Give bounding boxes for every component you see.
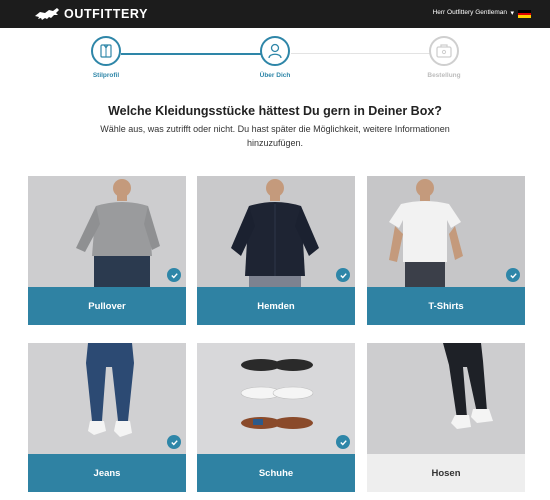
user-icon [268,43,282,59]
card-image-hosen[interactable] [367,343,525,454]
category-card-hemden[interactable]: Hemden [197,176,355,325]
shirt-icon [100,44,112,58]
three-pairs-of-shoes-image [197,343,355,454]
page-subtitle: Wähle aus, was zutrifft oder nicht. Du h… [100,124,450,148]
germany-flag-icon[interactable] [518,10,531,18]
card-label-hemden[interactable]: Hemden [197,287,355,325]
step-circle [429,36,459,66]
caret-down-icon[interactable]: ▾ [510,10,514,18]
man-in-navy-shirt-image [197,176,355,287]
logo[interactable]: OUTFITTERY [34,6,148,22]
selected-check-icon [167,268,181,282]
selected-check-icon [506,268,520,282]
card-label-hosen[interactable]: Hosen [367,454,525,492]
step-label: Stilprofil [92,72,120,79]
card-image-schuhe[interactable] [197,343,355,454]
panther-icon [35,8,59,20]
category-card-tshirts[interactable]: T-Shirts [367,176,525,325]
progress-stepper: Stilprofil Über Dich Bestellung [0,36,550,88]
man-in-grey-pullover-image [28,176,186,287]
card-image-tshirts[interactable] [367,176,525,287]
legs-in-dark-trousers-image [367,343,525,454]
card-label-pullover[interactable]: Pullover [28,287,186,325]
step-circle [91,36,121,66]
step-stilprofil[interactable]: Stilprofil [76,36,136,79]
card-image-hemden[interactable] [197,176,355,287]
card-label-tshirts[interactable]: T-Shirts [367,287,525,325]
step-bestellung[interactable]: Bestellung [414,36,474,79]
selected-check-icon [336,268,350,282]
category-card-jeans[interactable]: Jeans [28,343,186,492]
card-image-jeans[interactable] [28,343,186,454]
step-circle [260,36,290,66]
selected-check-icon [167,435,181,449]
step-label: Bestellung [427,72,461,79]
card-label-schuhe[interactable]: Schuhe [197,454,355,492]
step-ueber-dich[interactable]: Über Dich [245,36,305,79]
card-label-jeans[interactable]: Jeans [28,454,186,492]
category-card-pullover[interactable]: Pullover [28,176,186,325]
legs-in-blue-jeans-image [28,343,186,454]
man-in-white-tshirt-image [367,176,525,287]
category-card-schuhe[interactable]: Schuhe [197,343,355,492]
box-icon [436,44,452,58]
user-name[interactable]: Herr Outfittery Gentleman [433,9,507,16]
top-bar: OUTFITTERY Herr Outfittery Gentleman ▾ [0,0,550,28]
card-image-pullover[interactable] [28,176,186,287]
selected-check-icon [336,435,350,449]
page-title: Welche Kleidungsstücke hättest Du gern i… [108,104,442,118]
step-label: Über Dich [259,72,291,79]
category-card-hosen[interactable]: Hosen [367,343,525,492]
logo-text: OUTFITTERY [64,7,149,21]
